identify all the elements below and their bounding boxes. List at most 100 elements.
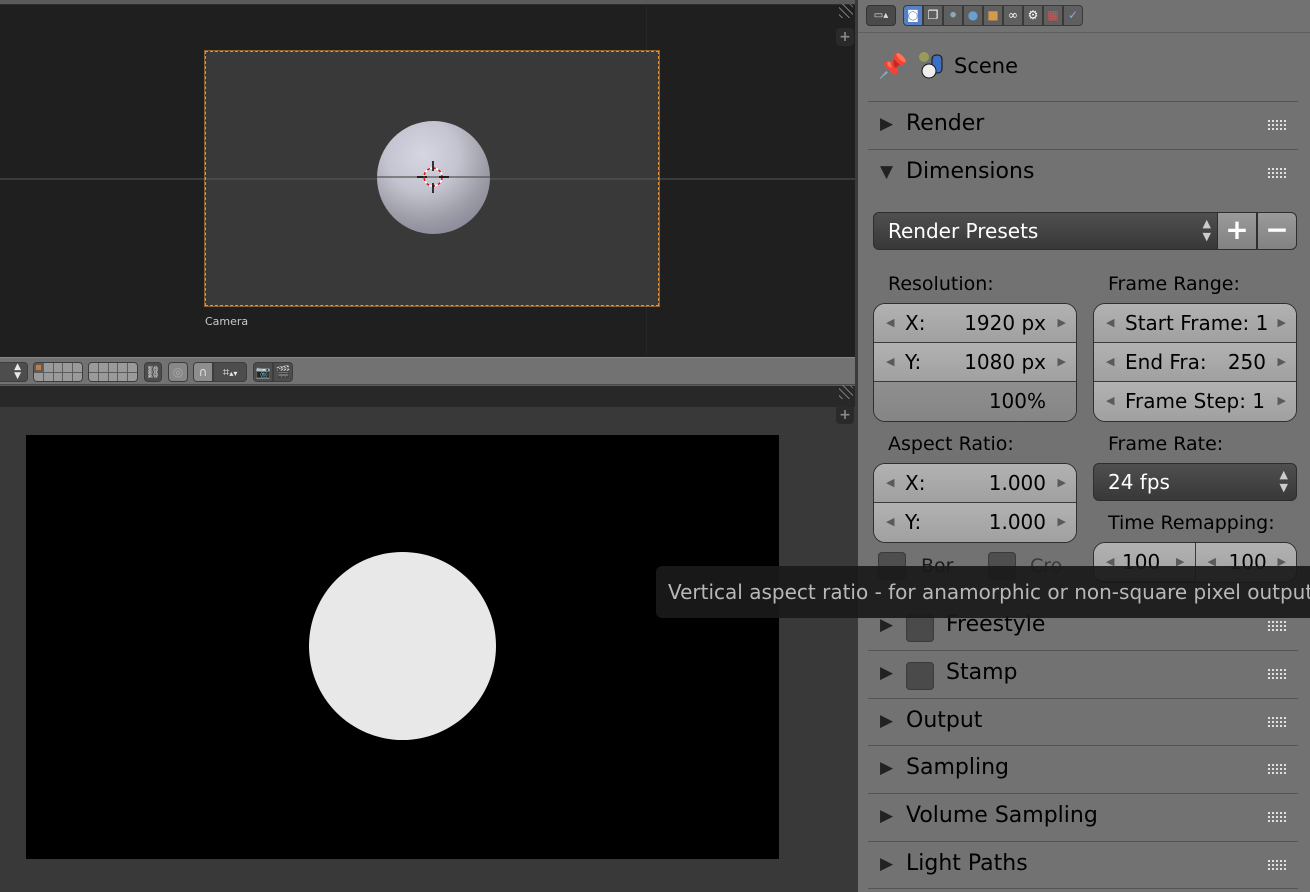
remove-preset-button[interactable]: − (1257, 212, 1297, 250)
globe-icon: ● (967, 8, 979, 22)
increment-arrow-icon[interactable]: ▶ (1058, 503, 1066, 541)
start-frame-field[interactable]: ◀ Start Frame: 1 ▶ (1094, 304, 1296, 343)
drag-grip-icon[interactable] (1268, 120, 1286, 130)
layers-group-2[interactable] (88, 362, 138, 382)
increment-arrow-icon[interactable]: ▶ (1278, 304, 1286, 342)
tab-render-layers[interactable]: ❐ (923, 5, 943, 26)
field-key: Y: (905, 350, 922, 374)
tab-modifiers[interactable]: ⚙ (1023, 5, 1043, 26)
tab-world[interactable]: ● (963, 5, 983, 26)
frame-rate-dropdown[interactable]: 24 fps ▲ ▼ (1093, 463, 1297, 501)
tab-scene[interactable]: ⚫ (943, 5, 963, 26)
toolshelf-toggle-button[interactable]: + (836, 28, 854, 46)
snap-element-dropdown[interactable]: ⌗▴▾ (213, 362, 247, 382)
render-presets-dropdown[interactable]: Render Presets ▲ ▼ (873, 212, 1220, 250)
image-toolshelf-toggle-button[interactable]: + (836, 406, 854, 424)
properties-editor: ▭▴ ◙ ❐ ⚫ ● ■ ∞ ⚙ ▦ ✓ 📌 Scene ▶ Render ▼ … (855, 0, 1310, 892)
tab-render[interactable]: ◙ (903, 5, 923, 26)
drag-grip-icon[interactable] (1268, 621, 1286, 631)
increment-arrow-icon[interactable]: ▶ (1058, 304, 1066, 342)
decrement-arrow-icon[interactable]: ◀ (886, 304, 894, 342)
decrement-arrow-icon[interactable]: ◀ (1106, 304, 1114, 342)
triangle-right-icon: ▶ (880, 854, 894, 874)
resolution-y-field[interactable]: ◀ Y: 1080 px ▶ (874, 343, 1076, 382)
render-still-button[interactable]: 📷 (253, 362, 273, 382)
panel-output[interactable]: ▶ Output (868, 698, 1298, 746)
increment-arrow-icon[interactable]: ▶ (1278, 382, 1286, 420)
magnet-icon: ∩ (198, 365, 208, 379)
pin-icon[interactable]: 📌 (878, 52, 918, 80)
resolution-x-field[interactable]: ◀ X: 1920 px ▶ (874, 304, 1076, 343)
link-icon: ∞ (1008, 8, 1018, 22)
end-frame-field[interactable]: ◀ End Fra: 250 ▶ (1094, 343, 1296, 382)
frame-step-field[interactable]: ◀ Frame Step: 1 ▶ (1094, 382, 1296, 421)
decrement-arrow-icon[interactable]: ◀ (886, 464, 894, 502)
panel-title: Stamp (946, 660, 1018, 685)
properties-header: ▭▴ ◙ ❐ ⚫ ● ■ ∞ ⚙ ▦ ✓ (858, 0, 1310, 33)
frame-range-label: Frame Range: (1108, 273, 1240, 295)
minus-icon: − (1265, 213, 1289, 246)
resolution-fields: ◀ X: 1920 px ▶ ◀ Y: 1080 px ▶ 100% (873, 303, 1077, 422)
area-split-handle-icon[interactable] (839, 4, 853, 18)
freestyle-checkbox[interactable] (906, 614, 934, 642)
lock-camera-button[interactable]: ⛓ (144, 362, 162, 382)
time-remapping-label: Time Remapping: (1108, 512, 1275, 534)
layers-group-1[interactable] (33, 362, 83, 382)
3d-cursor-icon[interactable] (417, 161, 449, 193)
decrement-arrow-icon[interactable]: ◀ (1106, 382, 1114, 420)
frame-rate-label: Frame Rate: (1108, 433, 1224, 455)
frame-range-fields: ◀ Start Frame: 1 ▶ ◀ End Fra: 250 ▶ ◀ Fr… (1093, 303, 1297, 422)
field-text: Frame Step: 1 (1125, 389, 1266, 413)
image-editor[interactable]: + (0, 385, 855, 892)
decrement-arrow-icon[interactable]: ◀ (886, 343, 894, 381)
tab-constraints[interactable]: ∞ (1003, 5, 1023, 26)
increment-arrow-icon[interactable]: ▶ (1278, 343, 1286, 381)
drag-grip-icon[interactable] (1268, 812, 1286, 822)
panel-light-paths[interactable]: ▶ Light Paths (868, 841, 1298, 889)
drag-grip-icon[interactable] (1268, 669, 1286, 679)
up-down-arrows-icon: ▲ ▼ (1202, 217, 1211, 243)
tab-texture[interactable]: ▦ (1043, 5, 1063, 26)
3d-viewport[interactable]: Camera + (0, 0, 855, 357)
area-split-handle-icon[interactable] (839, 385, 853, 399)
panel-title: Sampling (906, 755, 1009, 780)
proportional-editing-button[interactable]: ◎ (168, 362, 188, 382)
field-text: Start Frame: 1 (1125, 311, 1269, 335)
decrement-arrow-icon[interactable]: ◀ (886, 503, 894, 541)
stamp-checkbox[interactable] (906, 662, 934, 690)
aspect-x-field[interactable]: ◀ X: 1.000 ▶ (874, 464, 1076, 503)
cube-icon: ■ (987, 8, 999, 22)
drag-grip-icon[interactable] (1268, 168, 1286, 178)
3d-view-header: ▲ ▼ ⛓ ◎ ∩ ⌗▴▾ 📷 🎬 (0, 357, 855, 385)
increment-arrow-icon[interactable]: ▶ (1058, 464, 1066, 502)
camera-icon: 📷 (255, 365, 271, 379)
editor-type-selector[interactable]: ▭▴ (866, 5, 896, 26)
panel-volume-sampling[interactable]: ▶ Volume Sampling (868, 793, 1298, 841)
tab-particles[interactable]: ✓ (1063, 5, 1083, 26)
mode-selector[interactable]: ▲ ▼ (0, 362, 28, 382)
drag-grip-icon[interactable] (1268, 860, 1286, 870)
panel-render[interactable]: ▶ Render (868, 101, 1298, 149)
triangle-down-icon: ▼ (880, 162, 894, 182)
camera-icon: ◙ (907, 8, 919, 22)
field-value: 100% (988, 389, 1046, 413)
panel-title: Light Paths (906, 851, 1028, 876)
drag-grip-icon[interactable] (1268, 764, 1286, 774)
panel-sampling[interactable]: ▶ Sampling (868, 745, 1298, 793)
snap-toggle-button[interactable]: ∩ (193, 362, 213, 382)
panel-title: Dimensions (906, 159, 1035, 184)
add-preset-button[interactable]: + (1217, 212, 1257, 250)
field-value: 250 (1227, 350, 1266, 374)
decrement-arrow-icon[interactable]: ◀ (1106, 343, 1114, 381)
up-down-arrows-icon: ▴▾ (229, 369, 238, 378)
tab-object[interactable]: ■ (983, 5, 1003, 26)
panel-dimensions[interactable]: ▼ Dimensions (868, 149, 1298, 197)
resolution-percentage-slider[interactable]: 100% (874, 382, 1076, 421)
drag-grip-icon[interactable] (1268, 717, 1286, 727)
increment-arrow-icon[interactable]: ▶ (1058, 343, 1066, 381)
aspect-y-field[interactable]: ◀ Y: 1.000 ▶ (874, 503, 1076, 542)
up-down-arrows-icon: ▲ ▼ (1279, 468, 1288, 494)
frame-rate-value: 24 fps (1108, 470, 1170, 494)
render-animation-button[interactable]: 🎬 (273, 362, 293, 382)
panel-stamp[interactable]: ▶ Stamp (868, 650, 1298, 698)
